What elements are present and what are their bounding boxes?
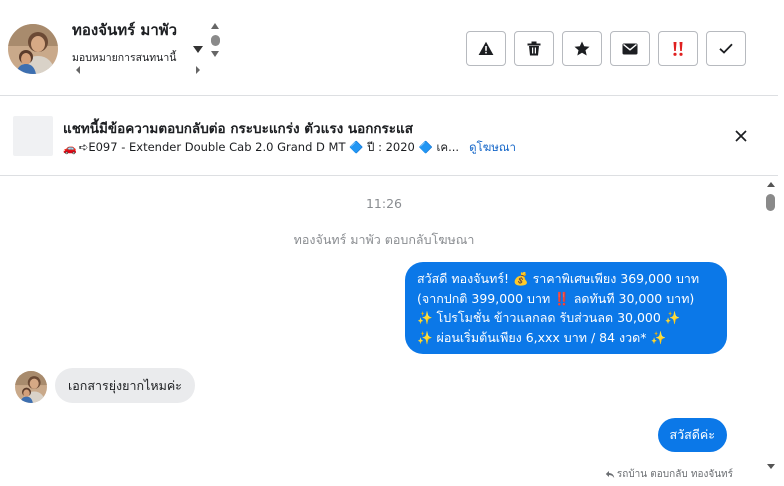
double-exclamation-icon [673, 41, 683, 56]
contact-avatar-small[interactable] [15, 371, 47, 403]
scroll-down-arrow-icon[interactable] [767, 464, 775, 469]
contact-avatar[interactable] [8, 24, 58, 74]
scroll-left-arrow-icon[interactable] [76, 66, 80, 74]
checkmark-icon [719, 43, 733, 54]
spam-button[interactable] [466, 31, 506, 66]
view-ad-link[interactable]: ดูโฆษณา [469, 139, 516, 157]
reply-arrow-icon [605, 471, 615, 478]
follow-up-button[interactable] [658, 31, 698, 66]
mark-unread-button[interactable] [610, 31, 650, 66]
scroll-up-arrow-icon[interactable] [211, 23, 219, 29]
promo-line: สวัสดี ทองจันทร์! 💰 ราคาพิเศษเพียง 369,0… [417, 271, 700, 286]
ad-thumbnail[interactable] [13, 116, 53, 156]
ad-banner-description: ➪E097 - Extender Double Cab 2.0 Grand D … [78, 140, 460, 154]
scroll-right-arrow-icon[interactable] [196, 66, 200, 74]
assign-label: มอบหมายการสนทนานี้ [72, 52, 177, 64]
reply-attribution: รถบ้าน ตอบกลับ ทองจันทร์ [605, 467, 733, 482]
message-timestamp: 11:26 [365, 196, 403, 211]
conversation-header: ทองจันทร์ มาพัว มอบหมายการสนทนานี้ [0, 0, 778, 96]
envelope-icon [622, 43, 638, 54]
message-thread[interactable]: 11:26 ทองจันทร์ มาพัว ตอบกลับโฆษณา สวัสด… [0, 177, 778, 486]
outgoing-promo-message[interactable]: สวัสดี ทองจันทร์! 💰 ราคาพิเศษเพียง 369,0… [405, 262, 727, 354]
ad-banner-subtitle: 🚗 ➪E097 - Extender Double Cab 2.0 Grand … [63, 139, 516, 157]
chat-scrollbar[interactable] [764, 177, 778, 486]
ad-reply-banner: แชทนี้มีข้อความตอบกลับต่อ กระบะแกร่ง ตัว… [0, 97, 778, 176]
promo-line: (จากปกติ 399,000 บาท ‼️ ลดทันที 30,000 บ… [417, 290, 695, 306]
delete-button[interactable] [514, 31, 554, 66]
scrollbar-thumb[interactable] [211, 35, 220, 46]
outgoing-message[interactable]: สวัสดีค่ะ [657, 418, 727, 452]
contact-name: ทองจันทร์ มาพัว [72, 21, 178, 39]
close-icon [735, 130, 747, 142]
car-icon: 🚗 [63, 141, 77, 155]
close-banner-button[interactable] [732, 127, 750, 145]
scroll-up-arrow-icon[interactable] [767, 182, 775, 187]
promo-line: ✨ โปรโมชั่น ข้าวแลกลด รับส่วนลด 30,000 ✨ [417, 310, 681, 325]
promo-line: ✨ ผ่อนเริ่มต้นเพียง 6,xxx บาท / 84 งวด* … [417, 329, 667, 345]
star-icon [574, 41, 590, 56]
reply-attribution-text: รถบ้าน ตอบกลับ ทองจันทร์ [616, 469, 733, 480]
scrollbar-thumb[interactable] [766, 194, 775, 211]
warning-triangle-icon [478, 41, 494, 55]
incoming-message[interactable]: เอกสารยุ่งยากไหมค่ะ [55, 368, 195, 403]
trash-icon [527, 41, 541, 56]
scroll-down-arrow-icon[interactable] [211, 51, 219, 57]
ad-banner-title: แชทนี้มีข้อความตอบกลับต่อ กระบะแกร่ง ตัว… [63, 121, 413, 137]
assign-conversation-select[interactable]: มอบหมายการสนทนานี้ [72, 44, 206, 78]
done-button[interactable] [706, 31, 746, 66]
chevron-down-icon [193, 46, 203, 53]
star-button[interactable] [562, 31, 602, 66]
ad-reply-system-note: ทองจันทร์ มาพัว ตอบกลับโฆษณา [293, 232, 475, 247]
